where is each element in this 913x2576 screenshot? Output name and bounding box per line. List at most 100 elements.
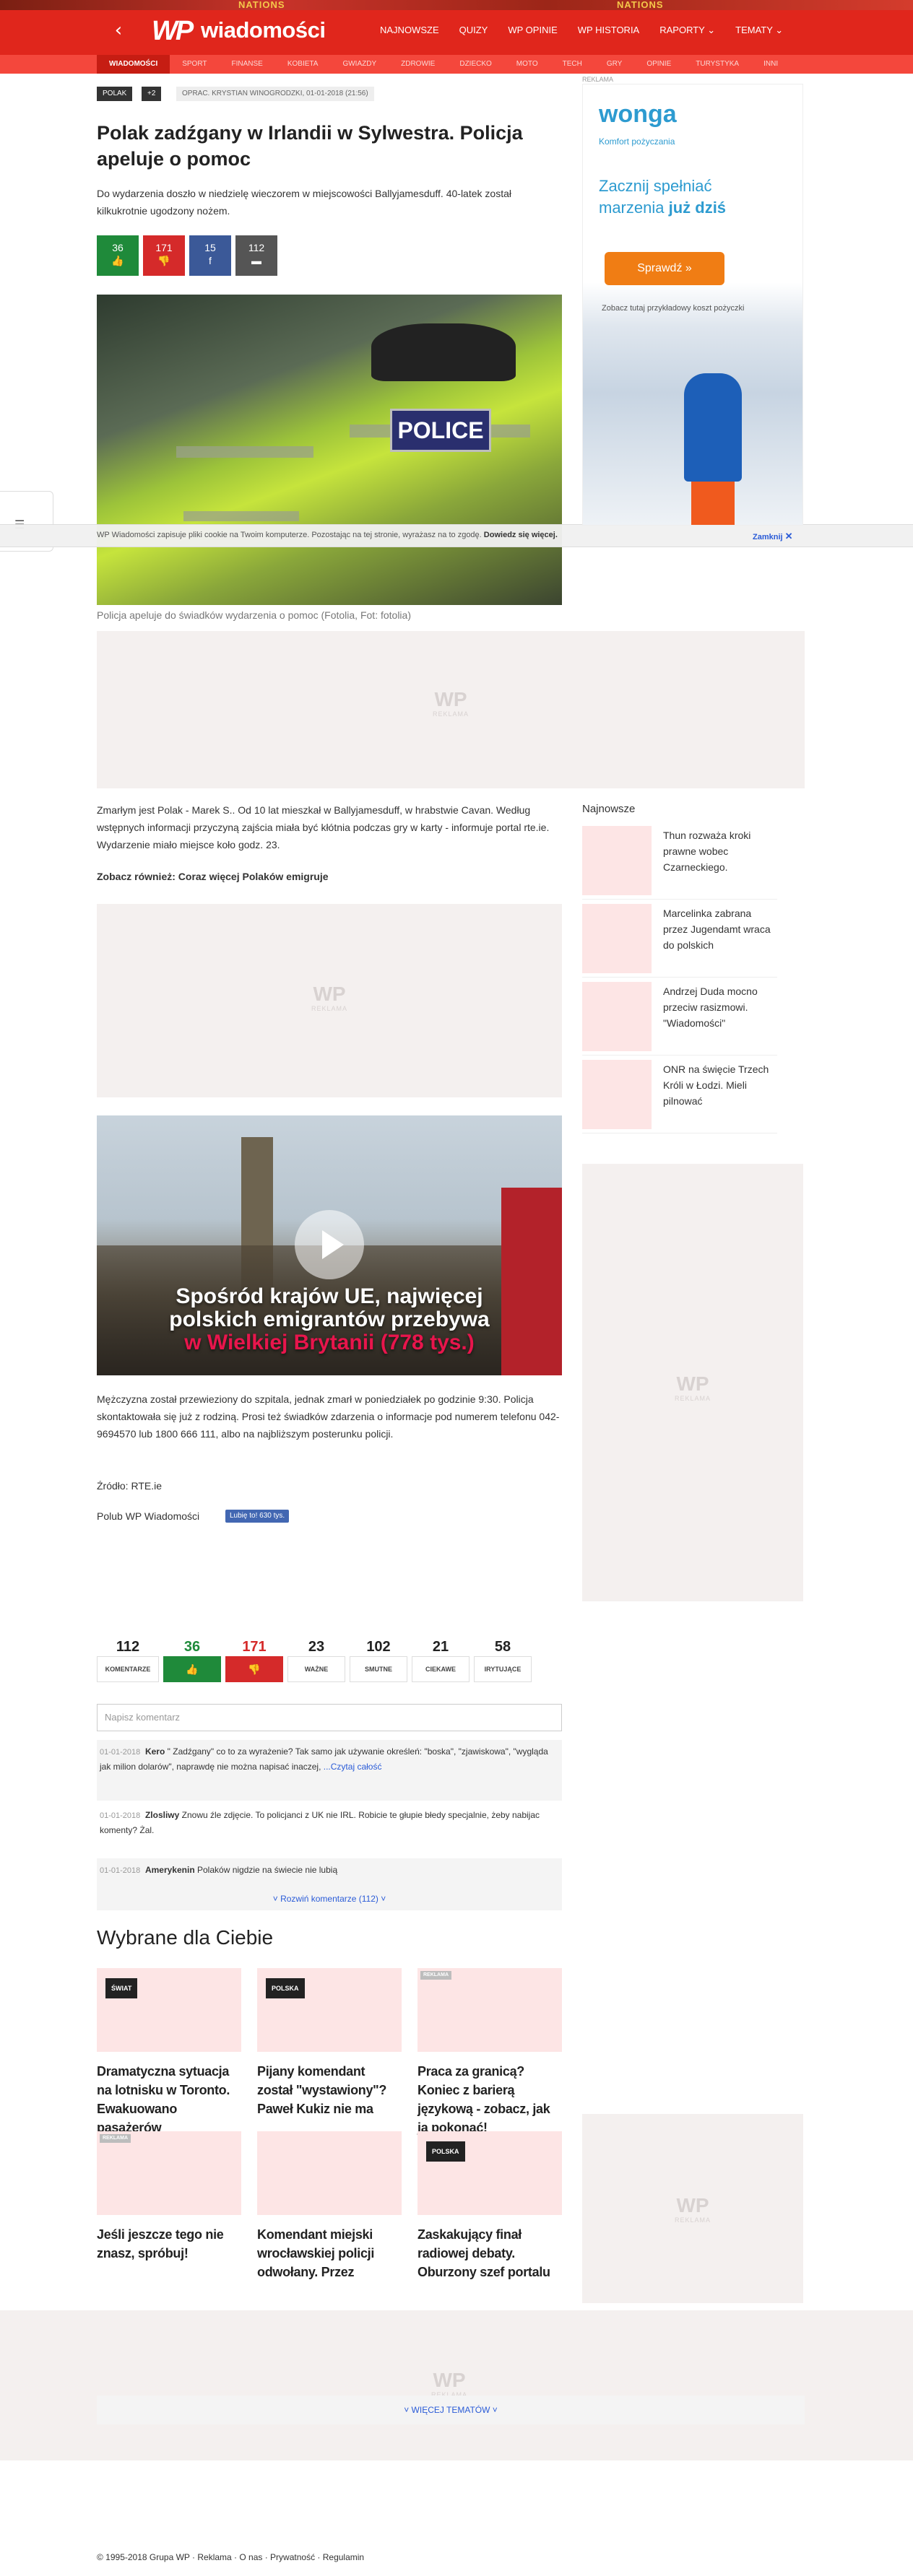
comment-input[interactable]: Napisz komentarz: [97, 1704, 562, 1731]
subnav-item[interactable]: GRY: [594, 55, 635, 74]
vote-down-button[interactable]: 171 👎: [143, 235, 185, 276]
cookie-text: WP Wiadomości zapisuje pliki cookie na T…: [97, 531, 558, 539]
subnav-item[interactable]: DZIECKO: [447, 55, 503, 74]
comment-user[interactable]: Kero: [145, 1746, 165, 1757]
latest-title: Andrzej Duda mocno przeciw rasizmowi. "W…: [663, 985, 758, 1029]
reaction-count: 36: [183, 1639, 201, 1655]
cookie-more-link[interactable]: Dowiedz się więcej.: [484, 531, 558, 539]
subnav-item[interactable]: KOBIETA: [275, 55, 331, 74]
reaction-count: 21: [432, 1639, 449, 1655]
reaction-2[interactable]: 171 👎: [225, 1637, 283, 1682]
reaction-4[interactable]: 102 SMUTNE: [350, 1637, 407, 1682]
ad-banner[interactable]: WP REKLAMA: [97, 904, 562, 1097]
nav-item-tematy[interactable]: TEMATY ⌄: [725, 22, 793, 42]
back-arrow-icon[interactable]: ‹: [108, 20, 129, 40]
read-more-link[interactable]: ...Czytaj całość: [324, 1762, 382, 1772]
picked-card[interactable]: POLSKA Zaskakujący finał radiowej debaty.…: [417, 2131, 562, 2281]
subnav-item[interactable]: FINANSE: [220, 55, 275, 74]
card-title: Komendant miejski wrocławskiej policji o…: [257, 2227, 375, 2279]
facebook-share-button[interactable]: 15 f: [189, 235, 231, 276]
reaction-count: 112: [116, 1639, 140, 1655]
subnav-item[interactable]: WIADOMOŚCI: [97, 55, 170, 74]
ad-logo: WP REKLAMA: [664, 2195, 722, 2224]
subnav-item[interactable]: OPINIE: [634, 55, 683, 74]
nav-item-quizy[interactable]: QUIZY: [449, 22, 498, 42]
latest-item[interactable]: Thun rozważa kroki prawne wobec Czarneck…: [582, 822, 777, 900]
subnav-item[interactable]: TURYSTYKA: [683, 55, 751, 74]
picked-card[interactable]: ŚWIAT Dramatyczna sytuacja na lotnisku w …: [97, 1968, 241, 2137]
sidebar-ad[interactable]: WP REKLAMA: [582, 1164, 803, 1601]
subnav-item[interactable]: MOTO: [504, 55, 550, 74]
police-patch: POLICE: [390, 409, 491, 452]
ad-tagline: Komfort pożyczania: [599, 136, 675, 147]
facebook-like-button[interactable]: Lubię to! 630 tys.: [225, 1510, 290, 1523]
picked-card[interactable]: REKLAMA Praca za granicą? Koniec z barier…: [417, 1968, 562, 2137]
tag-polak[interactable]: POLAK: [97, 87, 133, 101]
play-icon[interactable]: [295, 1210, 364, 1279]
cookie-close-label: Zamknij: [753, 533, 783, 541]
ad-label: REKLAMA: [432, 710, 469, 718]
picked-card[interactable]: POLSKA Pijany komendant został "wystawion…: [257, 1968, 402, 2118]
latest-item[interactable]: ONR na święcie Trzech Króli w Łodzi. Mie…: [582, 1056, 777, 1133]
latest-title: ONR na święcie Trzech Króli w Łodzi. Mie…: [663, 1063, 769, 1107]
card-title: Jeśli jeszcze tego nie znasz, spróbuj!: [97, 2227, 224, 2260]
tag-more[interactable]: +2: [142, 87, 162, 101]
reaction-0[interactable]: 112 KOMENTARZE: [97, 1637, 159, 1682]
site-name[interactable]: wiadomości: [201, 17, 326, 43]
comment-user[interactable]: Amerykenin: [145, 1865, 195, 1875]
byline: OPRAC. KRYSTIAN WINOGRODZKI, 01-01-2018 …: [176, 87, 374, 101]
card-title: Dramatyczna sytuacja na lotnisku w Toron…: [97, 2064, 230, 2135]
latest-item[interactable]: Andrzej Duda mocno przeciw rasizmowi. "W…: [582, 978, 777, 1056]
comments-button[interactable]: 112 ▬: [235, 235, 277, 276]
card-title: Zaskakujący finał radiowej debaty. Oburz…: [417, 2227, 550, 2279]
skier-figure: [684, 373, 742, 482]
reaction-3[interactable]: 23 WAŻNE: [287, 1637, 345, 1682]
picked-heading: Wybrane dla Ciebie: [97, 1926, 274, 1949]
reaction-button: IRYTUJĄCE: [474, 1656, 532, 1682]
reaction-count: 171: [242, 1639, 267, 1655]
reaction-button: WAŻNE: [287, 1656, 345, 1682]
sidebar-ad[interactable]: WP REKLAMA: [582, 2114, 803, 2303]
picked-card[interactable]: REKLAMA Jeśli jeszcze tego nie znasz, spr…: [97, 2131, 241, 2263]
subnav-item[interactable]: TECH: [550, 55, 594, 74]
promo-banner[interactable]: NATIONS NATIONS: [0, 0, 913, 10]
close-icon: ✕: [784, 531, 793, 541]
cookie-message: WP Wiadomości zapisuje pliki cookie na T…: [97, 531, 482, 539]
sidebar-ad[interactable]: wonga Komfort pożyczania Zacznij spełnia…: [582, 84, 803, 526]
ad-cta-button[interactable]: Sprawdź »: [605, 252, 724, 285]
reaction-1[interactable]: 36 👍: [163, 1637, 221, 1682]
nav-item-najnowsze[interactable]: NAJNOWSZE: [370, 22, 449, 42]
footer-links[interactable]: © 1995-2018 Grupa WP · Reklama · O nas ·…: [97, 2552, 364, 2562]
reactions-bar: 112 KOMENTARZE 36 👍 171 👎 23 WAŻNE 102 SMUTNE 21 CI…: [97, 1637, 532, 1682]
cookie-close-button[interactable]: Zamknij ✕: [753, 531, 793, 542]
comments-list: 01-01-2018 Kero " Zadźgany" co to za wyr…: [97, 1740, 562, 1894]
subnav-item[interactable]: INNI: [751, 55, 790, 74]
picked-card[interactable]: Komendant miejski wrocławskiej policji o…: [257, 2131, 402, 2281]
nav-item-raporty[interactable]: RAPORTY ⌄: [649, 22, 725, 42]
reaction-6[interactable]: 58 IRYTUJĄCE: [474, 1637, 532, 1682]
nav-item-wp-opinie[interactable]: WP OPINIE: [498, 22, 567, 42]
like-label: Polub WP Wiadomości: [97, 1510, 200, 1522]
subnav-item[interactable]: SPORT: [170, 55, 219, 74]
latest-thumbnail: [582, 904, 652, 973]
ad-logo: WP REKLAMA: [300, 983, 358, 1013]
latest-thumbnail: [582, 826, 652, 895]
nav-item-wp-historia[interactable]: WP HISTORIA: [568, 22, 649, 42]
bottom-ad[interactable]: WP REKLAMA: [0, 2310, 913, 2460]
reaction-5[interactable]: 21 CIEKAWE: [412, 1637, 470, 1682]
subnav-item[interactable]: ZDROWIE: [389, 55, 447, 74]
thumb-down-icon: 👎: [157, 255, 170, 266]
expand-comments-button[interactable]: ˅ Rozwiń komentarze (112) ˅: [97, 1887, 562, 1910]
ad-banner[interactable]: WP REKLAMA: [97, 631, 805, 788]
latest-thumbnail: [582, 1060, 652, 1129]
latest-item[interactable]: Marcelinka zabrana przez Jugendamt wraca…: [582, 900, 777, 978]
category-nav: WIADOMOŚCI SPORT FINANSE KOBIETA GWIAZDY ZDRO…: [97, 55, 790, 74]
comment-user[interactable]: Zlosliwy: [145, 1810, 179, 1820]
see-also-link[interactable]: Zobacz również: Coraz więcej Polaków emi…: [97, 868, 562, 885]
wp-logo[interactable]: WP: [152, 16, 198, 46]
facebook-icon: f: [209, 255, 212, 266]
more-topics-button[interactable]: ˅ WIĘCEJ TEMATÓW ˅: [97, 2396, 805, 2424]
comment-date: 01-01-2018: [100, 1811, 141, 1820]
vote-up-button[interactable]: 36 👍: [97, 235, 139, 276]
subnav-item[interactable]: GWIAZDY: [330, 55, 389, 74]
